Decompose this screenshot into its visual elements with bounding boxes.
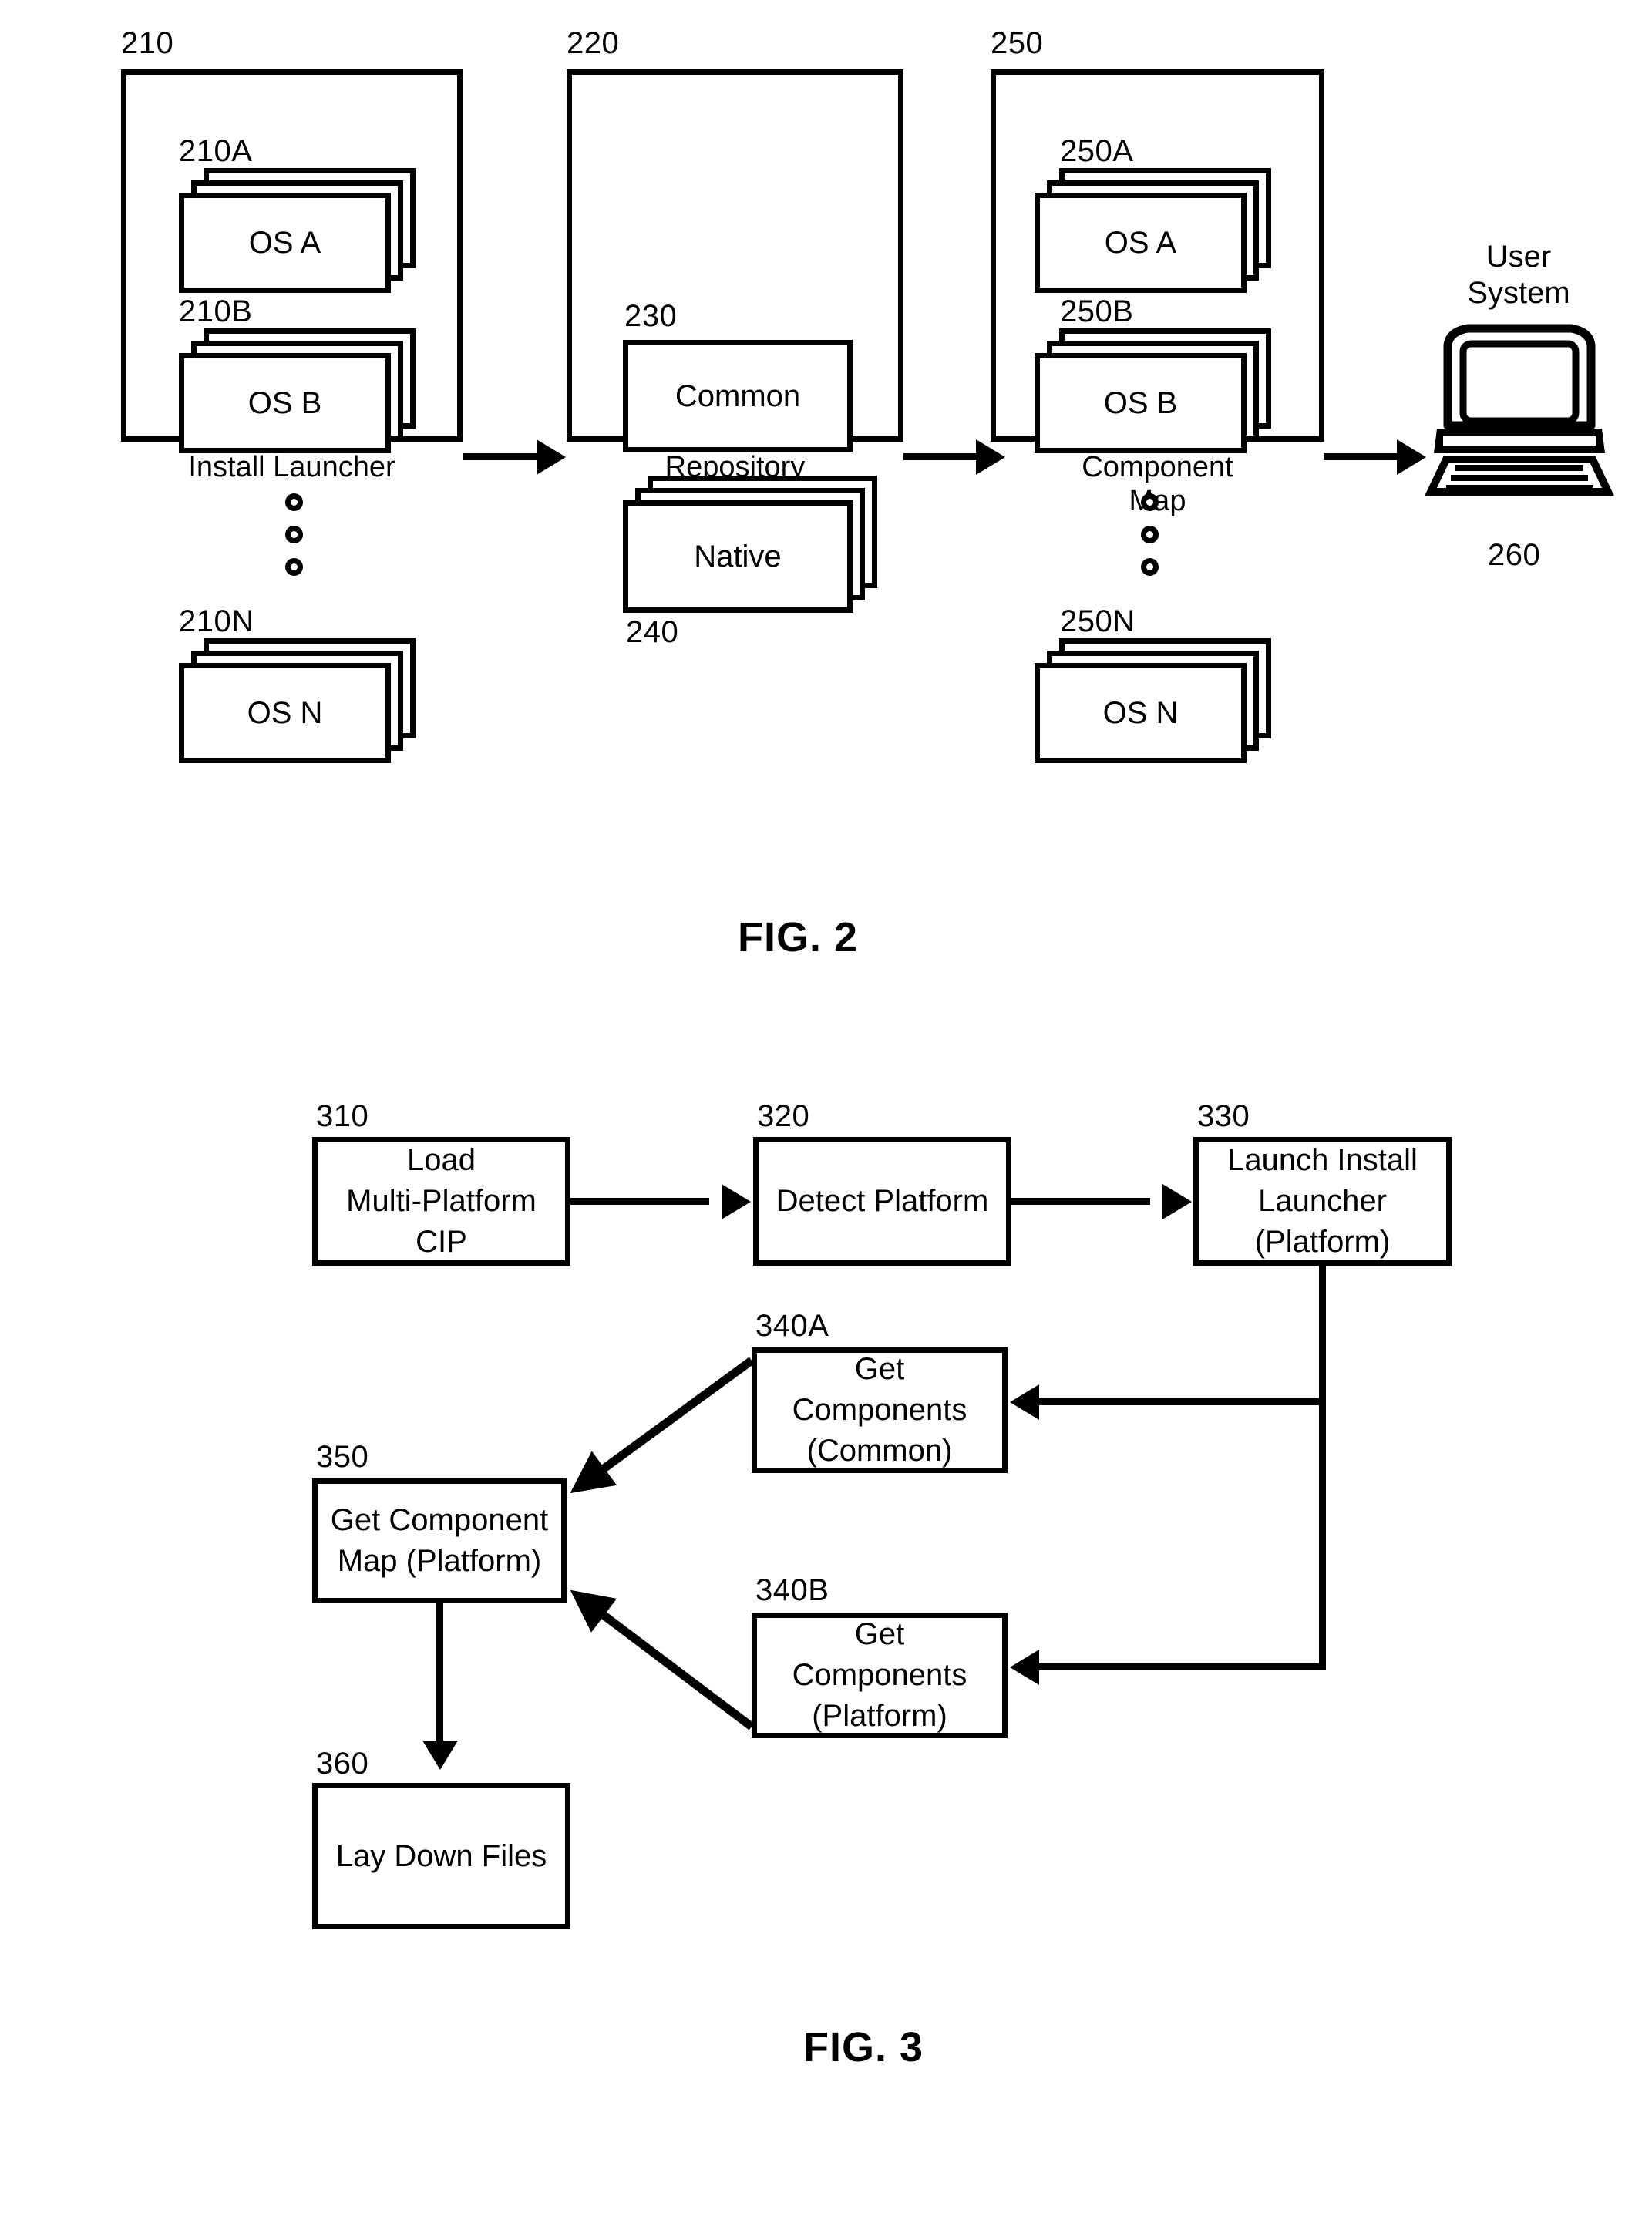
native-stack-240: Native	[623, 476, 877, 613]
process-box-launch-install-launcher: Launch Install Launcher (Platform)	[1193, 1137, 1452, 1266]
os-b-stack-250B: OS B	[1035, 328, 1271, 453]
ref-numeral-340A: 340A	[755, 1309, 829, 1343]
ref-numeral-210A: 210A	[179, 134, 253, 168]
vertical-ellipsis-icon-right	[1141, 493, 1164, 594]
flow-arrow-shaft-220-250	[903, 453, 981, 460]
flow-arrow-head-330-340A	[1010, 1384, 1039, 1420]
flow-arrow-head-250-260	[1397, 439, 1426, 475]
ref-numeral-210N: 210N	[179, 604, 254, 638]
os-b-label-210B: OS B	[247, 385, 322, 420]
ellipsis-dot	[1141, 526, 1159, 543]
flow-arrow-head-210-220	[537, 439, 566, 475]
common-card-label: Common	[675, 378, 801, 413]
ellipsis-dot	[285, 493, 303, 511]
figure-3-caption: FIG. 3	[802, 2024, 924, 2070]
ref-numeral-350: 350	[316, 1440, 369, 1474]
ref-numeral-240: 240	[626, 615, 679, 649]
ref-numeral-260: 260	[1488, 538, 1541, 572]
figure-2-caption: FIG. 2	[737, 914, 859, 960]
os-b-stack-210B: OS B	[179, 328, 416, 453]
ellipsis-dot	[285, 558, 303, 576]
flow-arrow-shaft-350-360	[436, 1603, 443, 1746]
ref-numeral-310: 310	[316, 1099, 369, 1133]
ref-numeral-230: 230	[624, 299, 678, 333]
ref-numeral-340B: 340B	[755, 1573, 829, 1607]
ref-numeral-360: 360	[316, 1747, 369, 1781]
stack-sheet-front: Native	[623, 500, 853, 613]
process-box-get-components-common: Get Components (Common)	[752, 1347, 1008, 1473]
os-a-stack-250A: OS A	[1035, 168, 1271, 293]
ellipsis-dot	[1141, 558, 1159, 576]
user-system-label: User System	[1467, 240, 1570, 311]
flow-arrow-head-330-340B	[1010, 1650, 1039, 1685]
flow-arrow-shaft-250-260	[1324, 453, 1401, 460]
stack-sheet-front: OS A	[179, 193, 391, 293]
ref-numeral-320: 320	[757, 1099, 810, 1133]
vertical-ellipsis-icon-left	[285, 493, 308, 594]
ref-numeral-250A: 250A	[1060, 134, 1134, 168]
ref-numeral-250N: 250N	[1060, 604, 1136, 638]
flow-arrow-head-350-360	[422, 1741, 458, 1770]
os-a-label-250A: OS A	[1104, 225, 1177, 260]
ref-numeral-210: 210	[121, 26, 174, 60]
install-launcher-label: Install Launcher	[188, 451, 395, 483]
common-card-230: Common	[623, 340, 853, 452]
os-b-label-250B: OS B	[1103, 385, 1178, 420]
os-a-stack-210A: OS A	[179, 168, 416, 293]
ref-numeral-220: 220	[567, 26, 620, 60]
connector-branch-330-340A	[1039, 1398, 1323, 1405]
ref-numeral-330: 330	[1197, 1099, 1250, 1133]
process-box-load-multi-platform-cip: Load Multi-Platform CIP	[312, 1137, 570, 1266]
patent-drawing-sheet: 210 Install Launcher 210A OS A 210B OS B	[0, 0, 1652, 2220]
stack-sheet-front: OS B	[179, 353, 391, 453]
ref-numeral-210B: 210B	[179, 294, 253, 328]
process-box-lay-down-files: Lay Down Files	[312, 1783, 570, 1929]
os-n-stack-250N: OS N	[1035, 638, 1271, 763]
flow-arrow-shaft-310-320	[570, 1198, 709, 1205]
connector-branch-330-340B	[1039, 1663, 1323, 1670]
stack-sheet-front: OS A	[1035, 193, 1247, 293]
laptop-computer-icon	[1423, 308, 1616, 501]
flow-arrow-head-320-330	[1162, 1184, 1192, 1219]
flow-arrow-shaft-320-330	[1011, 1198, 1150, 1205]
connector-trunk-330	[1319, 1266, 1326, 1670]
os-a-label-210A: OS A	[248, 225, 321, 260]
os-n-label-210N: OS N	[247, 695, 323, 730]
os-n-label-250N: OS N	[1102, 695, 1179, 730]
os-n-stack-210N: OS N	[179, 638, 416, 763]
ref-numeral-250: 250	[991, 26, 1044, 60]
flow-arrow-shaft-210-220	[463, 453, 540, 460]
process-box-detect-platform: Detect Platform	[753, 1137, 1011, 1266]
process-box-get-component-map: Get Component Map (Platform)	[312, 1478, 567, 1603]
stack-sheet-front: OS B	[1035, 353, 1247, 453]
ref-numeral-250B: 250B	[1060, 294, 1134, 328]
process-box-get-components-platform: Get Components (Platform)	[752, 1613, 1008, 1738]
flow-arrow-head-310-320	[722, 1184, 751, 1219]
ellipsis-dot	[1141, 493, 1159, 511]
ellipsis-dot	[285, 526, 303, 543]
native-card-label: Native	[694, 539, 782, 574]
stack-sheet-front: OS N	[179, 663, 391, 763]
stack-sheet-front: OS N	[1035, 663, 1247, 763]
